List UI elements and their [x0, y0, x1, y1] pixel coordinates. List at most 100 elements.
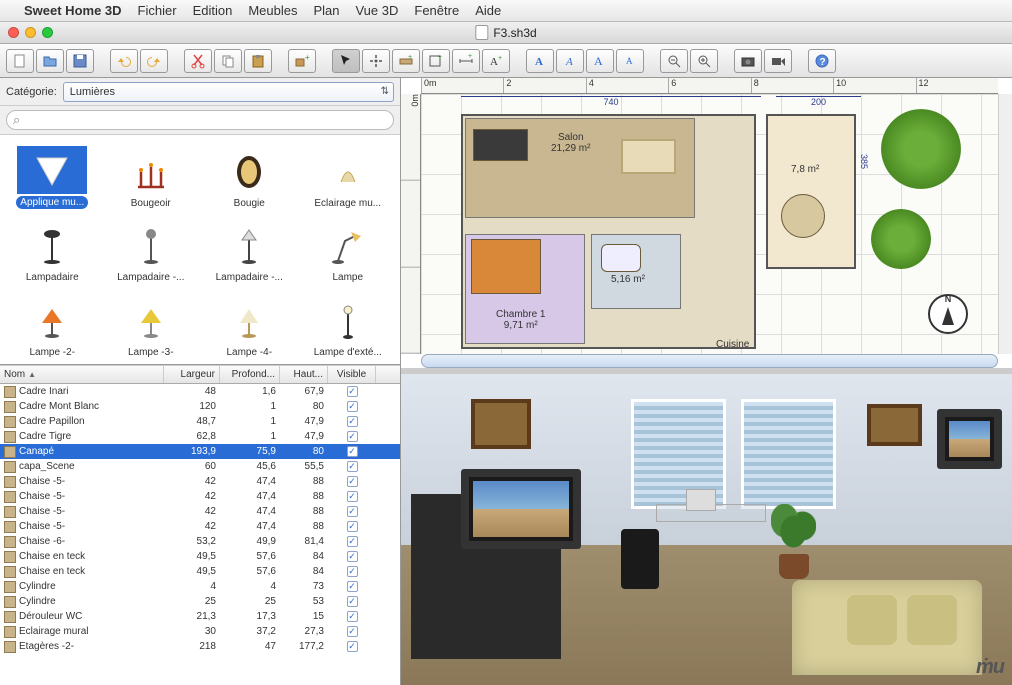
visible-checkbox[interactable]: ✓ — [347, 626, 358, 637]
copy-button[interactable] — [214, 49, 242, 73]
visible-checkbox[interactable]: ✓ — [347, 446, 358, 457]
plan-view[interactable]: 0m24681012 0m 740 200 385 Salon21,29 m² — [401, 78, 1012, 374]
select-tool-button[interactable] — [332, 49, 360, 73]
bold-button[interactable]: A — [526, 49, 554, 73]
visible-checkbox[interactable]: ✓ — [347, 551, 358, 562]
new-button[interactable] — [6, 49, 34, 73]
undo-button[interactable] — [110, 49, 138, 73]
table-row[interactable]: Cylindre 4 4 73 ✓ — [0, 579, 400, 594]
pan-tool-button[interactable] — [362, 49, 390, 73]
row-height: 67,9 — [280, 385, 328, 398]
tree-object[interactable] — [881, 109, 961, 189]
catalog-item[interactable]: Applique mu... — [4, 139, 101, 211]
visible-checkbox[interactable]: ✓ — [347, 581, 358, 592]
catalog-item[interactable]: Eclairage mu... — [300, 139, 397, 211]
visible-checkbox[interactable]: ✓ — [347, 596, 358, 607]
text-tool-button[interactable]: A+ — [482, 49, 510, 73]
catalog-item[interactable]: Bougie — [201, 139, 298, 211]
window-minimize-button[interactable] — [25, 27, 36, 38]
visible-checkbox[interactable]: ✓ — [347, 521, 358, 532]
visible-checkbox[interactable]: ✓ — [347, 611, 358, 622]
increase-text-button[interactable]: A — [586, 49, 614, 73]
catalog-item[interactable]: Lampe — [300, 213, 397, 285]
search-input[interactable] — [6, 110, 394, 130]
app-menu[interactable]: Sweet Home 3D — [24, 3, 122, 18]
table-row[interactable]: Chaise -5- 42 47,4 88 ✓ — [0, 474, 400, 489]
add-furniture-button[interactable]: + — [288, 49, 316, 73]
menu-help[interactable]: Aide — [475, 3, 501, 18]
menu-window[interactable]: Fenêtre — [414, 3, 459, 18]
table-row[interactable]: Eclairage mural 30 37,2 27,3 ✓ — [0, 624, 400, 639]
row-depth: 47 — [220, 640, 280, 653]
catalog-item[interactable]: Lampe d'exté... — [300, 288, 397, 360]
plan-horizontal-scrollbar[interactable] — [421, 354, 998, 368]
visible-checkbox[interactable]: ✓ — [347, 476, 358, 487]
visible-checkbox[interactable]: ✓ — [347, 566, 358, 577]
room-annex[interactable] — [766, 114, 856, 269]
paste-button[interactable] — [244, 49, 272, 73]
catalog-item[interactable]: Lampadaire — [4, 213, 101, 285]
menu-edit[interactable]: Edition — [193, 3, 233, 18]
table-row[interactable]: Cadre Mont Blanc 120 1 80 ✓ — [0, 399, 400, 414]
catalog-item[interactable]: Lampe -4- — [201, 288, 298, 360]
row-width: 60 — [164, 460, 220, 473]
table-row[interactable]: Dérouleur WC 21,3 17,3 15 ✓ — [0, 609, 400, 624]
table-row[interactable]: Cadre Papillon 48,7 1 47,9 ✓ — [0, 414, 400, 429]
table-header[interactable]: Nom ▲ Largeur Profond... Haut... Visible — [0, 365, 400, 384]
redo-button[interactable] — [140, 49, 168, 73]
dimension-tool-button[interactable]: + — [452, 49, 480, 73]
visible-checkbox[interactable]: ✓ — [347, 461, 358, 472]
menu-file[interactable]: Fichier — [138, 3, 177, 18]
help-button[interactable]: ? — [808, 49, 836, 73]
menu-furniture[interactable]: Meubles — [248, 3, 297, 18]
catalog-item[interactable]: Lampe -3- — [103, 288, 200, 360]
wall-tool-button[interactable]: + — [392, 49, 420, 73]
catalog-item[interactable]: Bougeoir — [103, 139, 200, 211]
tree-object[interactable] — [871, 209, 931, 269]
window-close-button[interactable] — [8, 27, 19, 38]
table-row[interactable]: Cylindre 25 25 53 ✓ — [0, 594, 400, 609]
visible-checkbox[interactable]: ✓ — [347, 506, 358, 517]
table-row[interactable]: Chaise -5- 42 47,4 88 ✓ — [0, 504, 400, 519]
window-zoom-button[interactable] — [42, 27, 53, 38]
open-button[interactable] — [36, 49, 64, 73]
visible-checkbox[interactable]: ✓ — [347, 386, 358, 397]
plan-vertical-scrollbar[interactable] — [998, 94, 1012, 354]
visible-checkbox[interactable]: ✓ — [347, 641, 358, 652]
table-row[interactable]: Chaise -5- 42 47,4 88 ✓ — [0, 519, 400, 534]
table-row[interactable]: Cadre Inari 48 1,6 67,9 ✓ — [0, 384, 400, 399]
visible-checkbox[interactable]: ✓ — [347, 416, 358, 427]
visible-checkbox[interactable]: ✓ — [347, 431, 358, 442]
zoom-in-button[interactable] — [690, 49, 718, 73]
video-button[interactable] — [764, 49, 792, 73]
catalog-item[interactable]: Lampe -2- — [4, 288, 101, 360]
catalog-item[interactable]: Lampadaire -... — [103, 213, 200, 285]
plan-canvas[interactable]: 740 200 385 Salon21,29 m² Chambre 19,71 … — [421, 94, 998, 354]
catalog-item[interactable]: Lampadaire -... — [201, 213, 298, 285]
category-select[interactable]: Lumières — [63, 82, 394, 102]
table-row[interactable]: Chaise en teck 49,5 57,6 84 ✓ — [0, 549, 400, 564]
menu-plan[interactable]: Plan — [313, 3, 339, 18]
cut-button[interactable] — [184, 49, 212, 73]
row-depth: 25 — [220, 595, 280, 608]
zoom-out-button[interactable] — [660, 49, 688, 73]
italic-button[interactable]: A — [556, 49, 584, 73]
table-row[interactable]: Chaise -6- 53,2 49,9 81,4 ✓ — [0, 534, 400, 549]
table-row[interactable]: Chaise -5- 42 47,4 88 ✓ — [0, 489, 400, 504]
room-tool-button[interactable]: + — [422, 49, 450, 73]
visible-checkbox[interactable]: ✓ — [347, 536, 358, 547]
furniture-row-icon — [4, 641, 16, 653]
table-row[interactable]: Cadre Tigre 62,8 1 47,9 ✓ — [0, 429, 400, 444]
photo-button[interactable] — [734, 49, 762, 73]
visible-checkbox[interactable]: ✓ — [347, 401, 358, 412]
menu-3dview[interactable]: Vue 3D — [355, 3, 398, 18]
table-row[interactable]: Etagères -2- 218 47 177,2 ✓ — [0, 639, 400, 654]
table-row[interactable]: capa_Scene 60 45,6 55,5 ✓ — [0, 459, 400, 474]
visible-checkbox[interactable]: ✓ — [347, 491, 358, 502]
decrease-text-button[interactable]: A — [616, 49, 644, 73]
table-row[interactable]: Chaise en teck 49,5 57,6 84 ✓ — [0, 564, 400, 579]
3d-picture-frame — [867, 404, 922, 446]
3d-view[interactable]: ṁu — [401, 374, 1012, 685]
save-button[interactable] — [66, 49, 94, 73]
table-row[interactable]: Canapé 193,9 75,9 80 ✓ — [0, 444, 400, 459]
